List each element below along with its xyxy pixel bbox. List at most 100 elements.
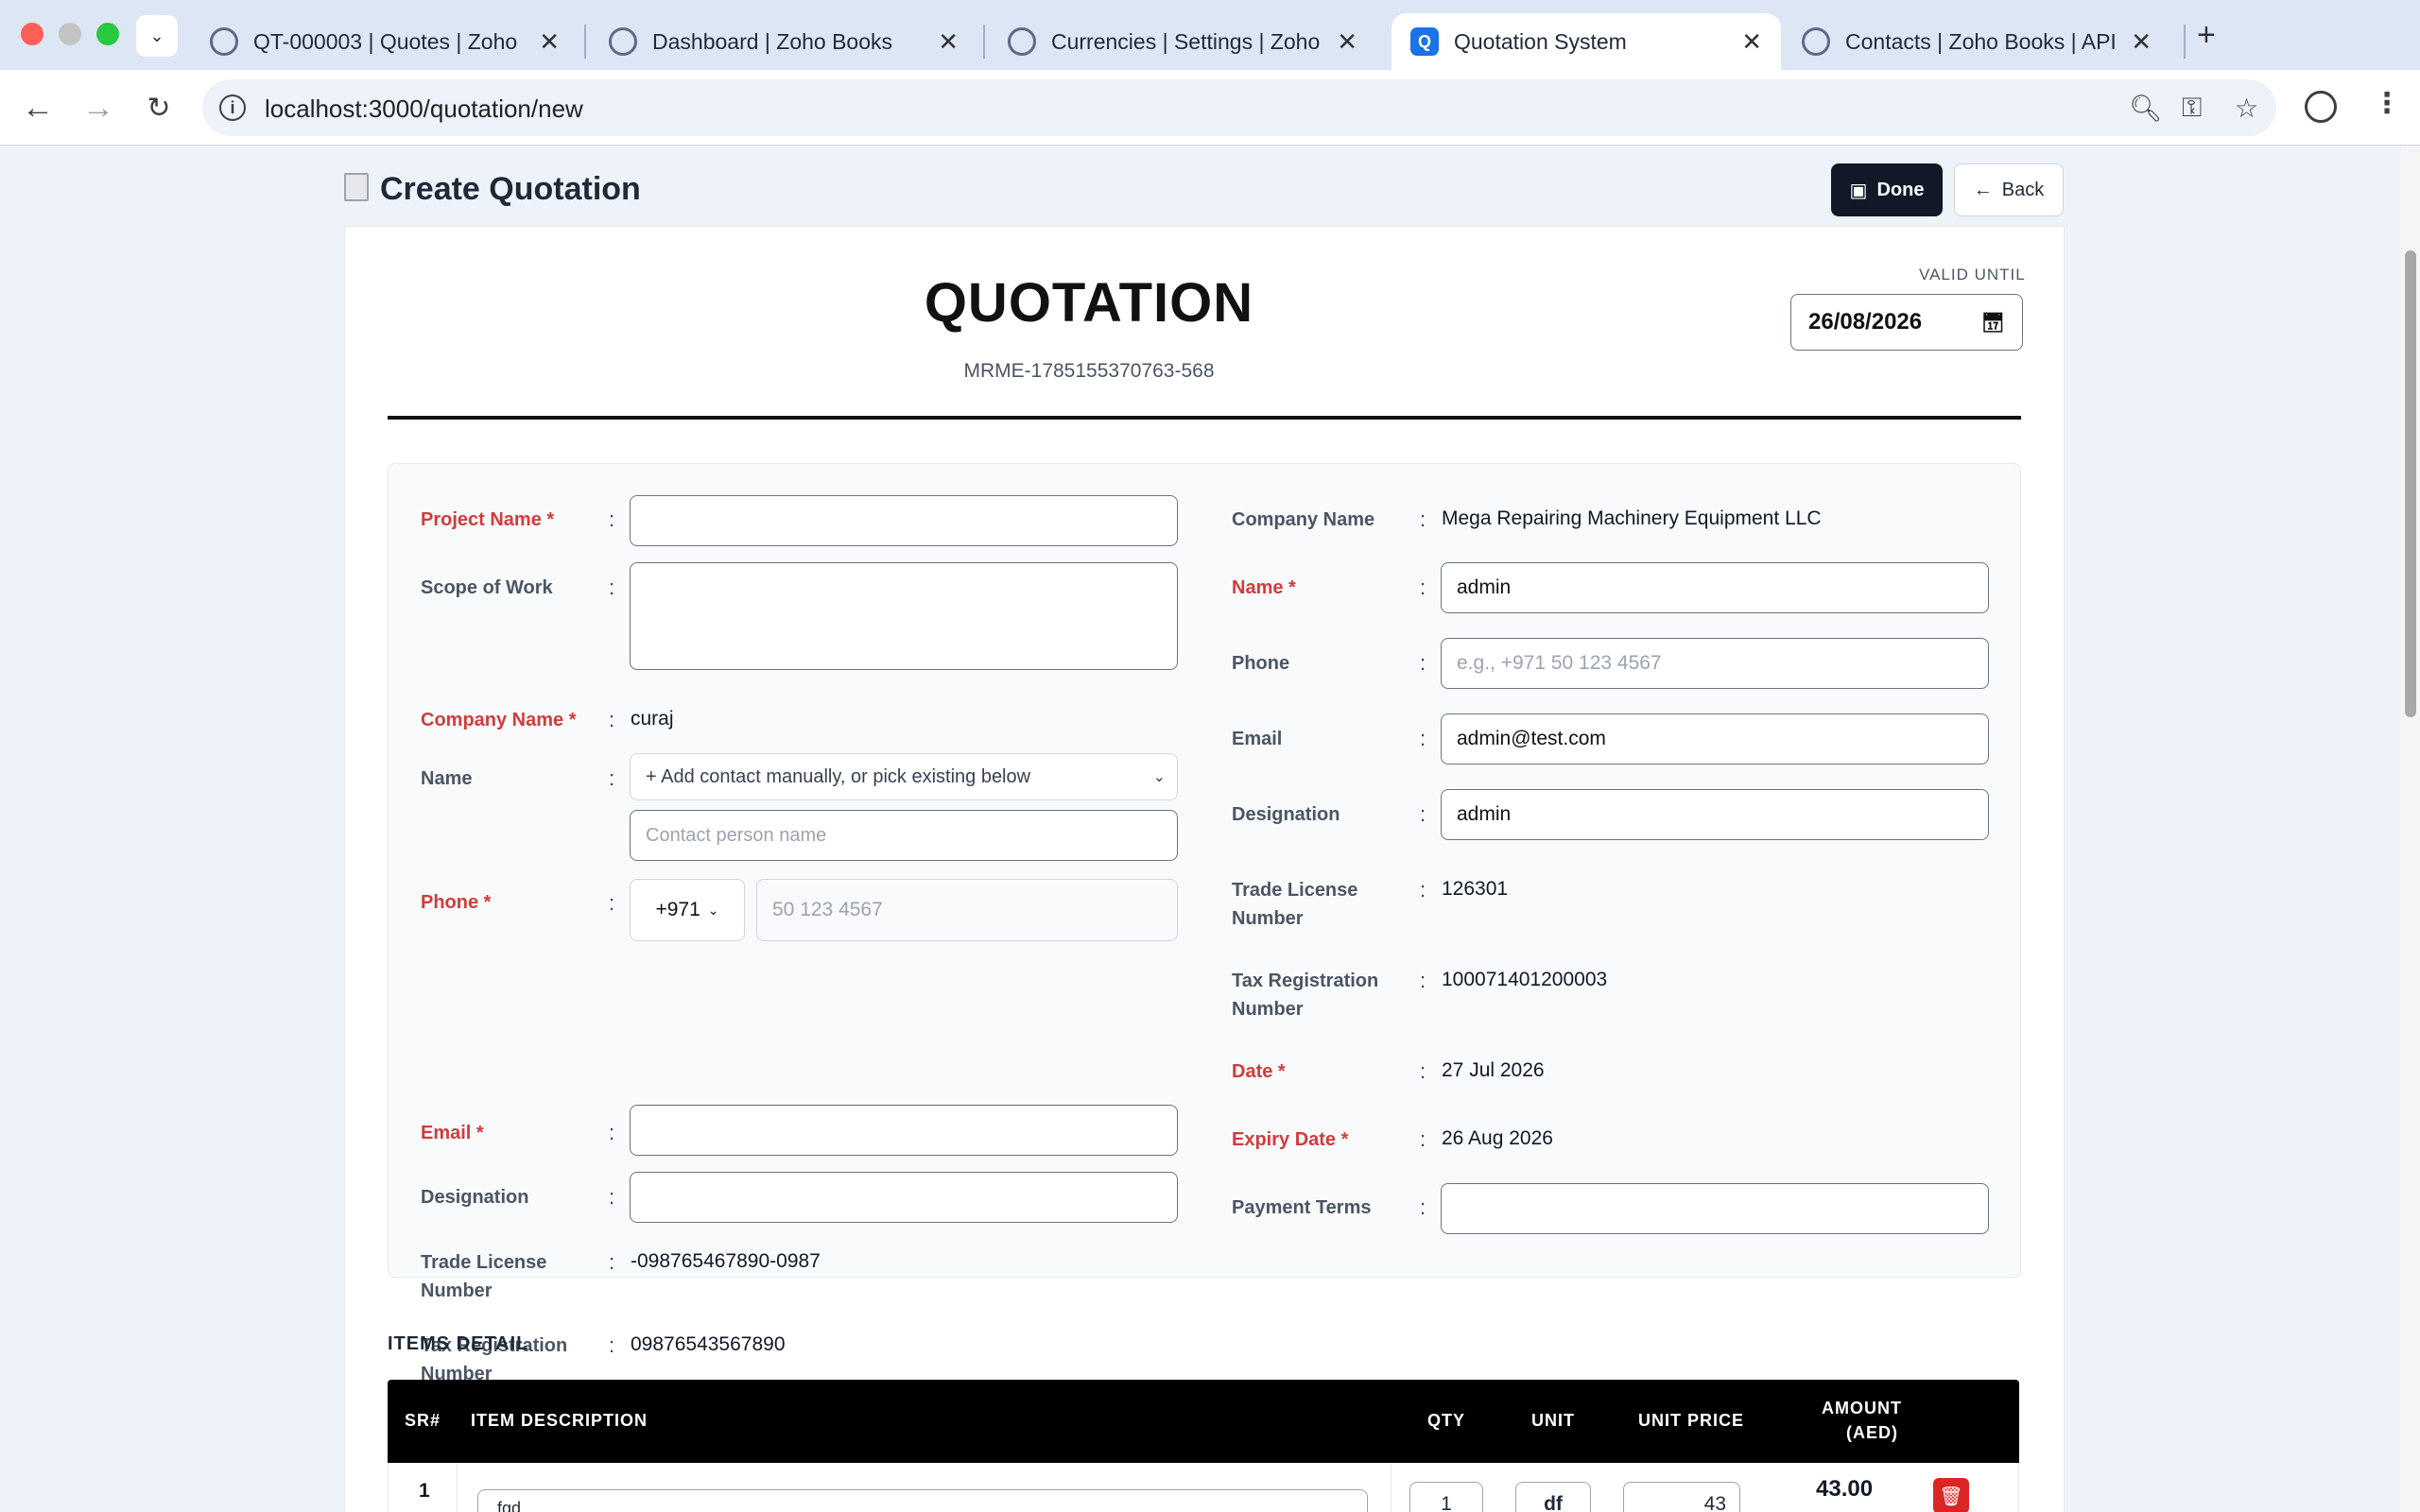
- our-email-input[interactable]: admin@test.com: [1441, 713, 1989, 765]
- browser-menu-icon[interactable]: ⋮: [2373, 87, 2401, 120]
- date-label: Date *: [1232, 1061, 1286, 1082]
- unit-price-input[interactable]: 43: [1623, 1482, 1740, 1512]
- contact-name-label: Name: [421, 768, 473, 789]
- item-description-input[interactable]: fgd: [477, 1489, 1368, 1512]
- valid-until-value: 26/08/2026: [1808, 309, 1923, 335]
- page-scrollbar[interactable]: [2401, 146, 2420, 1512]
- col-unit: UNIT: [1531, 1411, 1575, 1430]
- tab-label: QT-000003 | Quotes | Zoho B: [253, 28, 525, 54]
- col-sr: SR#: [405, 1411, 441, 1430]
- items-table-header: SR# ITEM DESCRIPTION QTY UNIT UNIT PRICE…: [388, 1380, 2019, 1463]
- table-row: 1 fgd 1 df 43 43.00 🗑︎: [388, 1463, 2019, 1512]
- tab-close-icon[interactable]: ✕: [1741, 27, 1762, 57]
- scrollbar-thumb[interactable]: [2405, 250, 2416, 717]
- expiry-date-value: 26 Aug 2026: [1442, 1127, 1553, 1149]
- contact-person-placeholder: Contact person name: [646, 824, 827, 846]
- calendar-icon[interactable]: 📅︎: [1981, 311, 2005, 335]
- url-text: localhost:3000/quotation/new: [265, 94, 583, 123]
- our-trade-license-value: 126301: [1442, 878, 1509, 900]
- scope-of-work-label: Scope of Work: [421, 577, 553, 598]
- project-name-label: Project Name *: [421, 509, 555, 530]
- our-name-label: Name *: [1232, 577, 1296, 598]
- date-value: 27 Jul 2026: [1442, 1059, 1545, 1081]
- our-designation-label: Designation: [1232, 804, 1340, 825]
- payment-terms-input[interactable]: [1441, 1183, 1989, 1234]
- zoom-icon[interactable]: 🔍︎: [2129, 93, 2163, 124]
- our-phone-input[interactable]: e.g., +971 50 123 4567: [1441, 638, 1989, 689]
- heading-divider: [388, 416, 2021, 420]
- page-content: Create Quotation ▣ Done ← Back QUOTATION M…: [0, 146, 2420, 1512]
- close-window-icon[interactable]: [21, 23, 43, 45]
- new-tab-plus-icon[interactable]: +: [2197, 17, 2216, 54]
- zoho-books-icon: [609, 27, 637, 56]
- zoho-books-icon: [1008, 27, 1036, 56]
- tab-currencies[interactable]: Currencies | Settings | Zoho B ✕: [989, 13, 1376, 70]
- back-label: Back: [2001, 179, 2045, 200]
- contact-person-name-input[interactable]: Contact person name: [630, 810, 1178, 861]
- valid-until-date-input[interactable]: 26/08/2026 📅︎: [1790, 294, 2023, 351]
- site-info-icon[interactable]: i: [219, 94, 246, 121]
- scope-of-work-textarea[interactable]: [630, 562, 1178, 670]
- tab-close-icon[interactable]: ✕: [2131, 27, 2152, 57]
- designation-input[interactable]: [630, 1172, 1178, 1223]
- qty-value: 1: [1441, 1493, 1452, 1512]
- phone-placeholder: 50 123 4567: [772, 899, 883, 920]
- q-app-icon: Q: [1410, 27, 1439, 56]
- tab-search-chevron-icon[interactable]: ⌄: [136, 15, 178, 57]
- email-label: Email *: [421, 1123, 484, 1143]
- delete-row-trash-icon[interactable]: 🗑︎: [1933, 1478, 1969, 1512]
- unit-input[interactable]: df: [1515, 1482, 1591, 1512]
- back-arrow-icon[interactable]: ←: [17, 87, 59, 129]
- minimize-window-icon[interactable]: [59, 23, 81, 45]
- our-trade-license-label: Trade License Number: [1232, 880, 1358, 929]
- items-detail-heading: ITEMS DETAIL: [388, 1333, 529, 1354]
- forward-arrow-icon[interactable]: →: [78, 87, 119, 129]
- tab-close-icon[interactable]: ✕: [938, 27, 959, 57]
- browser-toolbar: ← → ↻ i localhost:3000/quotation/new 🔍︎ …: [0, 70, 2420, 146]
- qty-input[interactable]: 1: [1409, 1482, 1483, 1512]
- our-name-input[interactable]: admin: [1441, 562, 1989, 613]
- done-label: Done: [1876, 179, 1925, 200]
- col-amount-currency: (AED): [1846, 1423, 1898, 1442]
- project-name-input[interactable]: [630, 495, 1178, 546]
- phone-label: Phone *: [421, 892, 492, 913]
- unit-price-value: 43: [1703, 1493, 1726, 1512]
- done-button[interactable]: ▣ Done: [1831, 163, 1943, 216]
- back-button[interactable]: ← Back: [1954, 163, 2064, 216]
- tab-quotation-system[interactable]: Q Quotation System ✕: [1392, 13, 1781, 70]
- password-key-icon[interactable]: ⚿: [2182, 93, 2202, 124]
- col-qty: QTY: [1427, 1411, 1466, 1430]
- profile-avatar-icon[interactable]: [2305, 91, 2337, 123]
- phone-country-code-select[interactable]: +971 ⌄: [630, 879, 745, 941]
- our-tax-registration-value: 100071401200003: [1442, 969, 1608, 990]
- unit-value: df: [1544, 1493, 1563, 1512]
- row-sr: 1: [419, 1480, 430, 1502]
- tab-label: Quotation System: [1454, 28, 1627, 54]
- company-name-value: curaj: [631, 708, 674, 730]
- tab-contacts[interactable]: Contacts | Zoho Books | API D ✕: [1783, 13, 2170, 70]
- tab-close-icon[interactable]: ✕: [1337, 27, 1357, 57]
- col-amount: AMOUNT: [1822, 1399, 1902, 1418]
- chevron-down-icon: ⌄: [1152, 769, 1166, 785]
- col-unit-price: UNIT PRICE: [1638, 1411, 1745, 1430]
- contact-select[interactable]: + Add contact manually, or pick existing…: [630, 753, 1178, 800]
- phone-input[interactable]: 50 123 4567: [756, 879, 1178, 941]
- maximize-window-icon[interactable]: [96, 23, 119, 45]
- address-bar[interactable]: i localhost:3000/quotation/new 🔍︎ ⚿ ☆: [202, 79, 2276, 136]
- quotation-number: MRME-1785155370763-568: [963, 360, 1215, 382]
- page-header: Create Quotation ▣ Done ← Back: [344, 152, 2065, 233]
- our-phone-placeholder: e.g., +971 50 123 4567: [1457, 652, 1662, 674]
- email-input[interactable]: [630, 1105, 1178, 1156]
- tab-close-icon[interactable]: ✕: [539, 27, 560, 57]
- save-icon: ▣: [1849, 180, 1868, 201]
- bookmark-star-icon[interactable]: ☆: [2235, 93, 2258, 124]
- tab-dashboard[interactable]: Dashboard | Zoho Books ✕: [590, 13, 977, 70]
- tab-qt-quotes[interactable]: QT-000003 | Quotes | Zoho B ✕: [191, 13, 579, 70]
- tax-registration-value: 09876543567890: [631, 1333, 786, 1355]
- reload-icon[interactable]: ↻: [138, 87, 180, 129]
- phone-code-value: +971: [655, 899, 700, 920]
- col-item-description: ITEM DESCRIPTION: [471, 1411, 648, 1430]
- our-designation-input[interactable]: admin: [1441, 789, 1989, 840]
- zoho-books-icon: [210, 27, 238, 56]
- our-name-value: admin: [1457, 576, 1512, 598]
